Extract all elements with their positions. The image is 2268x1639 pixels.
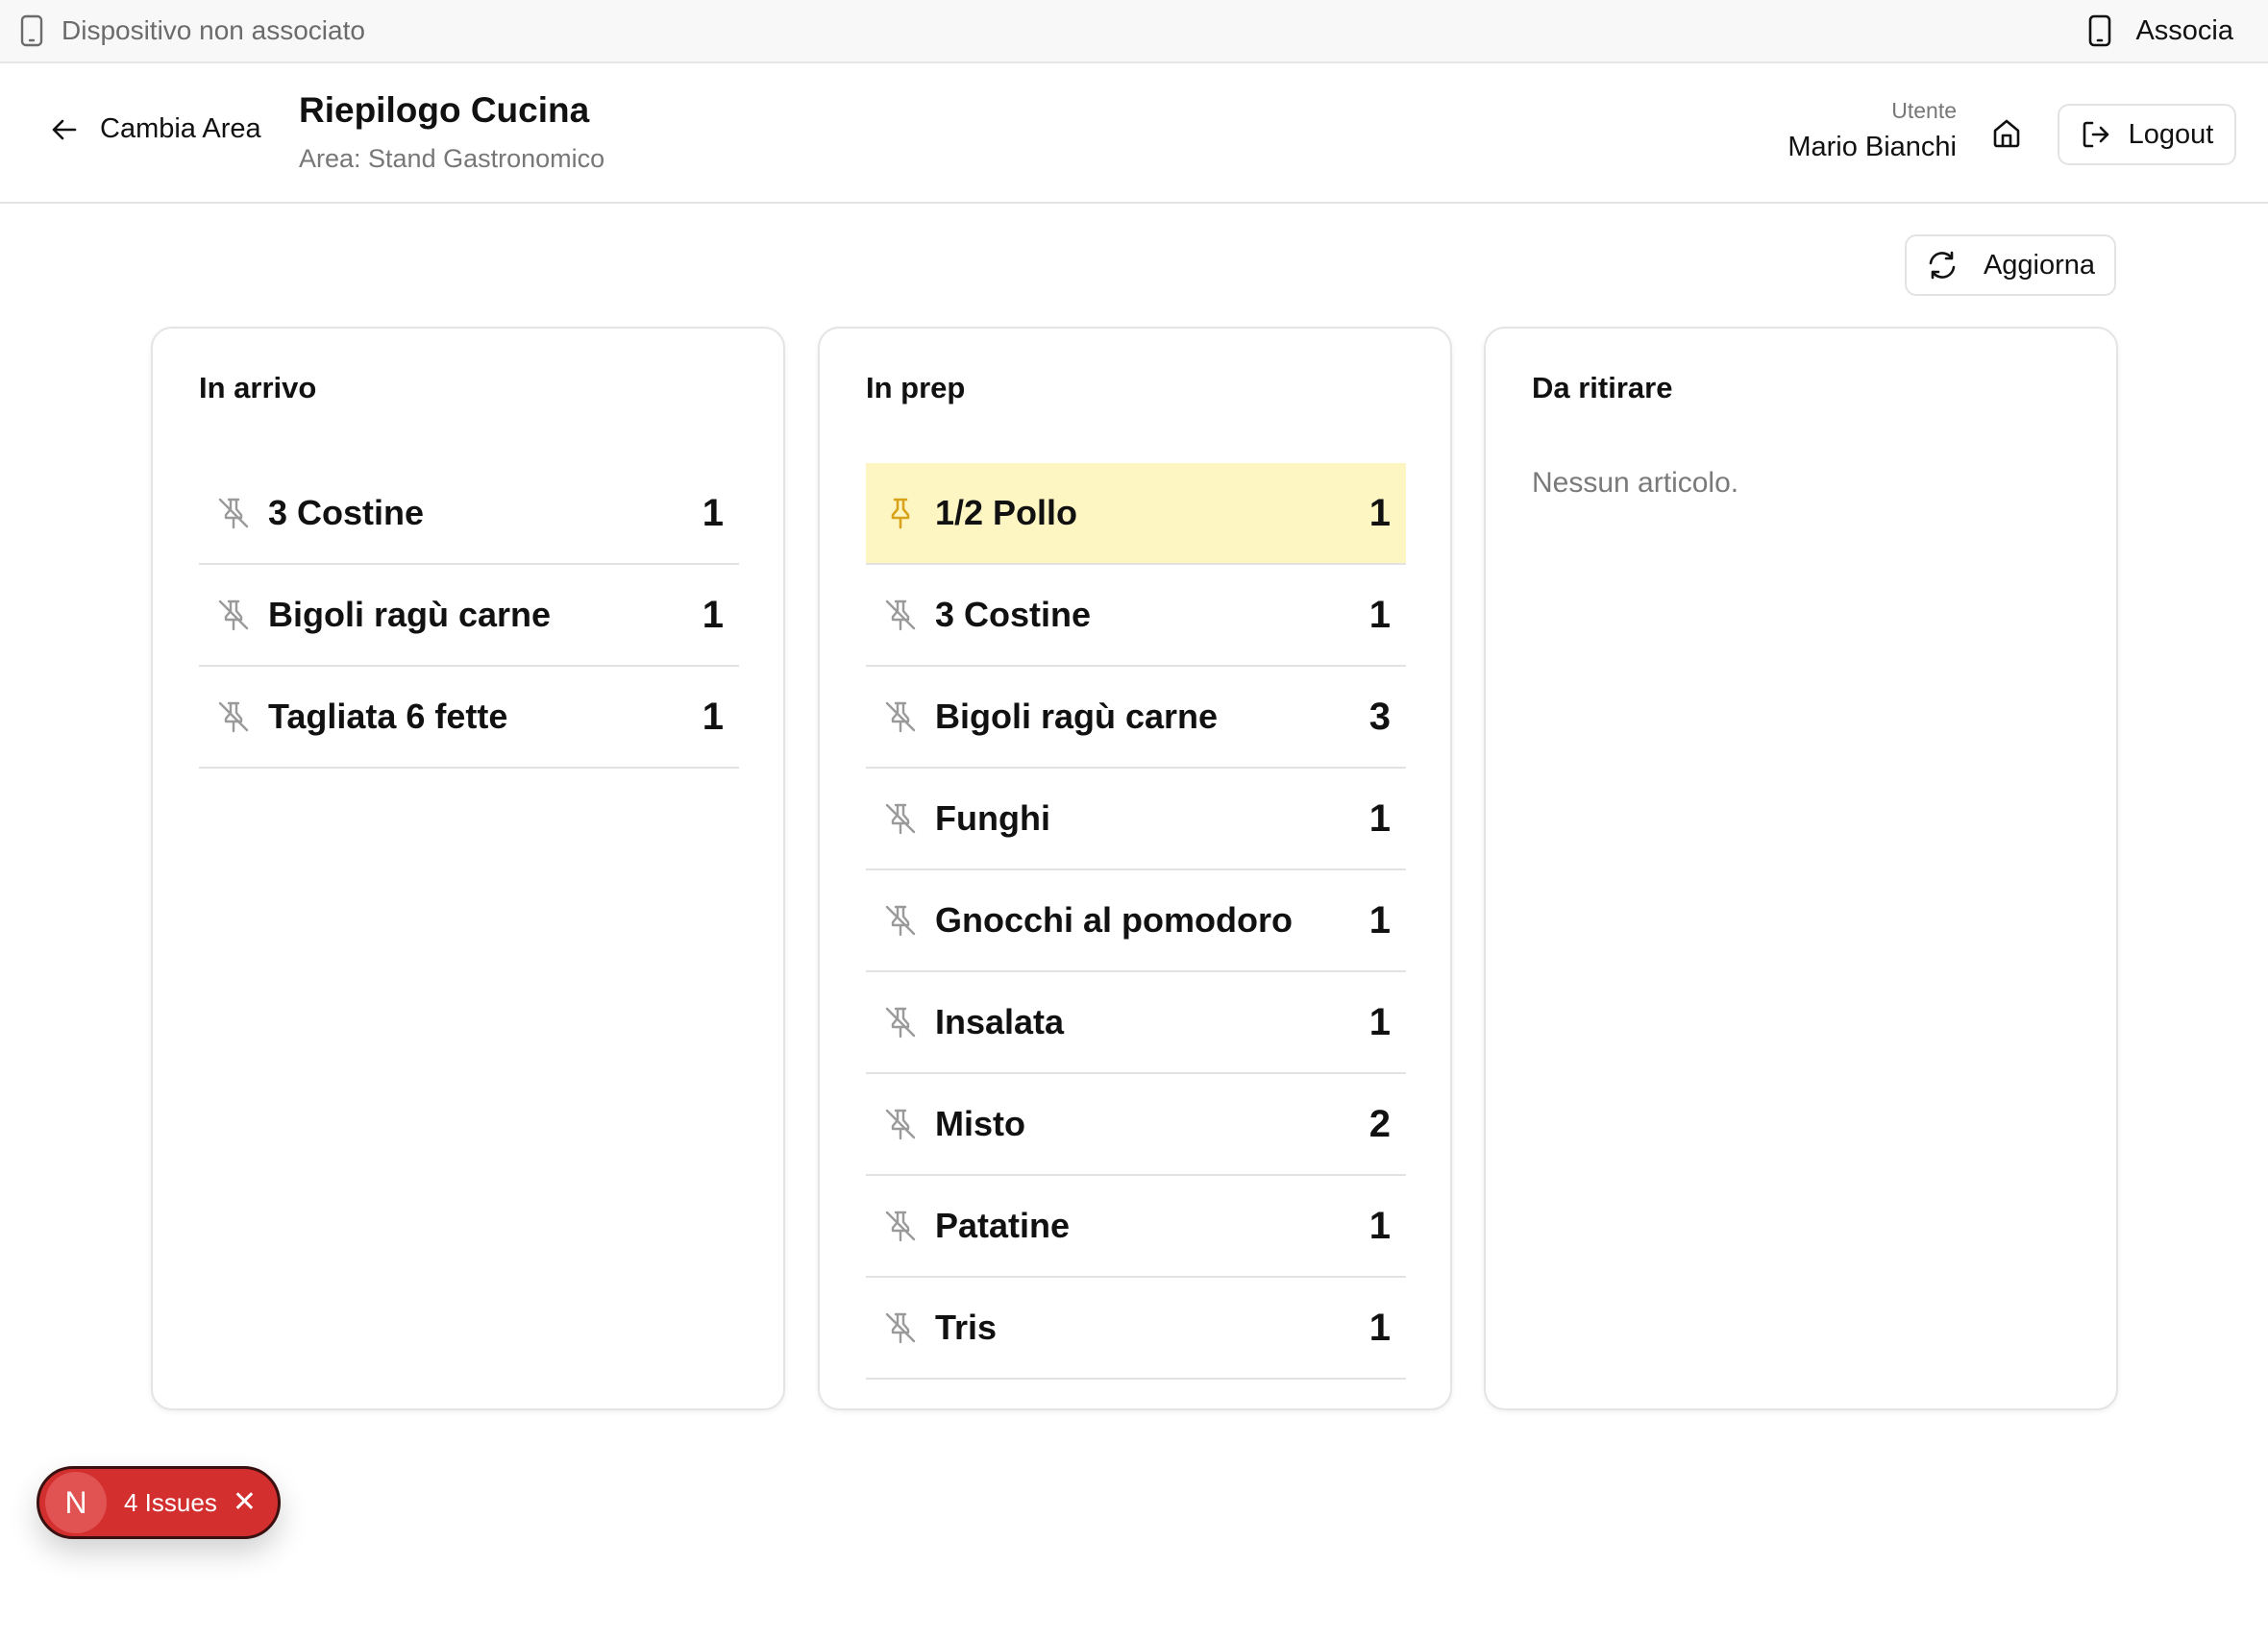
title-block: Riepilogo Cucina Area: Stand Gastronomic… (299, 90, 604, 174)
list-item[interactable]: 3 Costine 1 (866, 565, 1406, 667)
refresh-label: Aggiorna (1983, 249, 2096, 281)
change-area-label: Cambia Area (100, 113, 261, 144)
issues-label[interactable]: 4 Issues (124, 1488, 217, 1518)
device-status: Dispositivo non associato (19, 14, 365, 47)
home-button[interactable] (1987, 113, 2026, 152)
item-quantity: 1 (702, 695, 724, 738)
list-item[interactable]: Tagliata 6 fette 1 (199, 667, 739, 769)
pin-off-icon[interactable] (881, 799, 920, 838)
list-item[interactable]: Misto 2 (866, 1074, 1406, 1176)
column-incoming: In arrivo 3 Costine 1 Bigoli ragù carne 1 Ta… (151, 327, 785, 1410)
item-quantity: 1 (1368, 1306, 1391, 1349)
item-quantity: 1 (1368, 491, 1391, 534)
list-item[interactable]: Bigoli ragù carne 3 (866, 667, 1406, 769)
page-subtitle: Area: Stand Gastronomico (299, 144, 605, 173)
phone-icon (2089, 14, 2111, 47)
list-item[interactable]: Funghi 1 (866, 769, 1406, 870)
item-name: Bigoli ragù carne (935, 697, 1219, 736)
item-name: Tris (935, 1308, 998, 1347)
list-item[interactable]: Patatine 1 (866, 1176, 1406, 1278)
column-title: In arrivo (199, 371, 317, 404)
list-item[interactable]: Gnocchi al pomodoro 1 (866, 870, 1406, 972)
list-item[interactable]: 3 Costine 1 (199, 463, 739, 565)
pin-off-icon[interactable] (881, 1003, 920, 1041)
list-item[interactable]: Bigoli ragù carne 1 (199, 565, 739, 667)
user-name: Mario Bianchi (1787, 132, 1957, 162)
column-in-prep: In prep 1/2 Pollo 1 3 Costine 1 Bigoli ragù … (818, 327, 1452, 1410)
item-name: Tagliata 6 fette (268, 697, 508, 736)
pin-off-icon[interactable] (881, 1105, 920, 1143)
logout-icon (2083, 121, 2108, 148)
user-info: Utente Mario Bianchi (1787, 98, 1957, 163)
pin-off-icon[interactable] (214, 697, 253, 736)
pin-off-icon[interactable] (881, 1309, 920, 1347)
item-name: 3 Costine (935, 595, 1092, 634)
pin-icon[interactable] (881, 494, 920, 532)
item-list: 1/2 Pollo 1 3 Costine 1 Bigoli ragù carne 3 Fu… (866, 463, 1406, 1380)
logout-button[interactable]: Logout (2058, 104, 2236, 165)
home-icon (1993, 119, 2020, 148)
pin-off-icon[interactable] (214, 596, 253, 634)
close-icon[interactable]: ✕ (233, 1488, 257, 1517)
item-quantity: 1 (702, 491, 724, 534)
refresh-icon (1929, 251, 1956, 280)
column-title: In prep (866, 371, 966, 404)
column-to-pickup: Da ritirare Nessun articolo. (1484, 327, 2118, 1410)
item-quantity: 1 (702, 593, 724, 636)
list-item[interactable]: Tris 1 (866, 1278, 1406, 1380)
pin-off-icon[interactable] (881, 901, 920, 940)
device-bar: Dispositivo non associato Associa (0, 0, 2268, 63)
empty-message: Nessun articolo. (1532, 467, 1739, 499)
list-item[interactable]: Insalata 1 (866, 972, 1406, 1074)
item-name: Patatine (935, 1206, 1071, 1245)
pin-off-icon[interactable] (881, 1207, 920, 1245)
refresh-button[interactable]: Aggiorna (1905, 234, 2116, 296)
user-label: Utente (1891, 98, 1957, 123)
item-quantity: 1 (1368, 593, 1391, 636)
change-area-button[interactable]: Cambia Area (50, 113, 261, 145)
item-name: Misto (935, 1104, 1025, 1143)
next-logo[interactable]: N (45, 1472, 107, 1533)
logout-label: Logout (2128, 118, 2214, 150)
associate-label: Associa (2135, 14, 2233, 46)
page-title: Riepilogo Cucina (299, 90, 590, 130)
pin-off-icon[interactable] (881, 596, 920, 634)
item-name: Insalata (935, 1002, 1065, 1041)
item-quantity: 2 (1368, 1102, 1391, 1145)
item-quantity: 1 (1368, 1000, 1391, 1043)
item-name: 3 Costine (268, 493, 425, 532)
item-quantity: 1 (1368, 898, 1391, 942)
associate-button[interactable]: Associa (2087, 14, 2233, 47)
phone-icon (20, 14, 43, 47)
issues-toast: N 4 Issues ✕ (37, 1466, 281, 1539)
item-quantity: 3 (1368, 695, 1391, 738)
column-title: Da ritirare (1532, 371, 1673, 404)
item-name: 1/2 Pollo (935, 493, 1078, 532)
item-name: Gnocchi al pomodoro (935, 900, 1294, 940)
device-status-text: Dispositivo non associato (62, 15, 365, 45)
item-name: Funghi (935, 798, 1050, 838)
arrow-left-icon (52, 119, 77, 139)
page-header: Cambia Area Riepilogo Cucina Area: Stand… (0, 63, 2268, 204)
item-list: 3 Costine 1 Bigoli ragù carne 1 Tagliata 6 f… (199, 463, 739, 769)
list-item[interactable]: 1/2 Pollo 1 (866, 463, 1406, 565)
pin-off-icon[interactable] (881, 697, 920, 736)
item-name: Bigoli ragù carne (268, 595, 552, 634)
item-quantity: 1 (1368, 796, 1391, 840)
item-quantity: 1 (1368, 1204, 1391, 1247)
pin-off-icon[interactable] (214, 494, 253, 532)
